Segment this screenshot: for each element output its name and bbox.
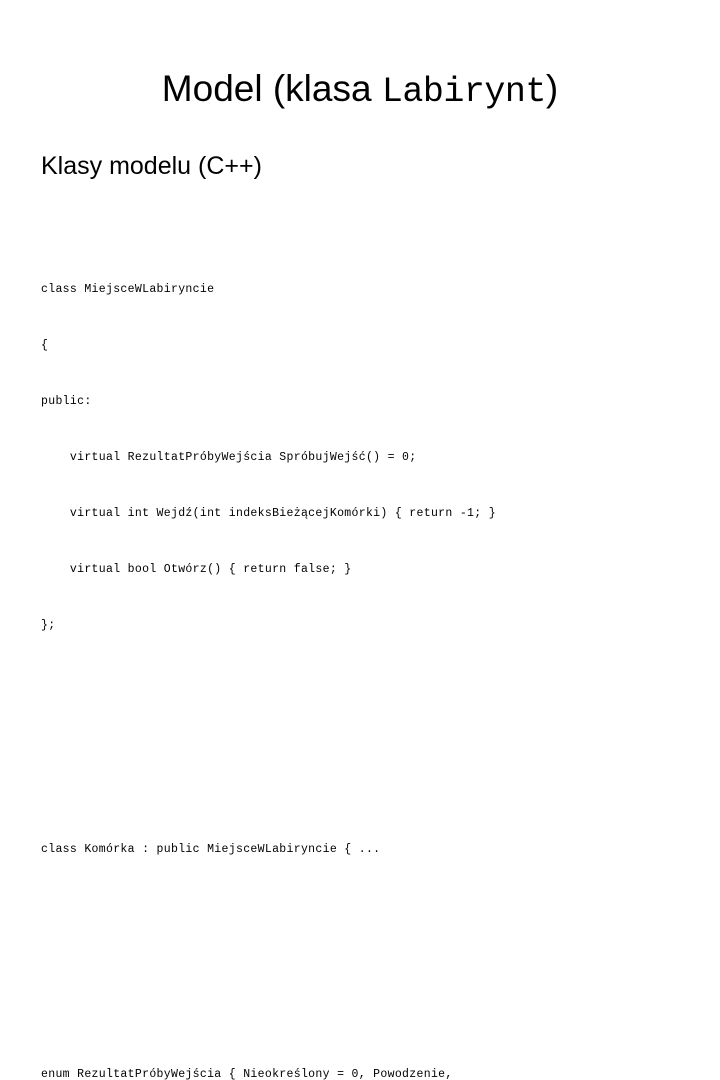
code-block-komorka: class Komórka : public MiejsceWLabirynci…: [41, 804, 681, 898]
code-line: public:: [41, 394, 92, 408]
code-listing: class MiejsceWLabiryncie { public: virtu…: [41, 187, 681, 1080]
code-line: class Komórka : public MiejsceWLabirynci…: [41, 843, 381, 857]
slide: Model (klasa Labirynt) Klasy modelu (C++…: [0, 0, 720, 1080]
code-line: class MiejsceWLabiryncie: [41, 282, 215, 296]
page-title-suffix: ): [545, 67, 559, 109]
section-heading: Klasy modelu (C++): [41, 151, 262, 180]
code-spacer: [41, 954, 681, 973]
code-block-enums: enum RezultatPróbyWejścia { Nieokreślony…: [41, 1028, 681, 1080]
code-line: enum RezultatPróbyWejścia { Nieokreślony…: [41, 1067, 453, 1080]
code-line: virtual bool Otwórz() { return false; }: [41, 562, 352, 576]
code-block-miejsce-w-labiryncie: class MiejsceWLabiryncie { public: virtu…: [41, 243, 681, 673]
page-title-prefix: Model (klasa: [161, 67, 382, 109]
code-spacer: [41, 729, 681, 748]
page-title: Model (klasa Labirynt): [0, 67, 720, 114]
page-title-class-name: Labirynt: [381, 71, 547, 112]
code-line: virtual RezultatPróbyWejścia SpróbujWejś…: [41, 450, 417, 464]
code-line: {: [41, 338, 49, 352]
code-line: };: [41, 619, 56, 633]
code-line: virtual int Wejdź(int indeksBieżącejKomó…: [41, 506, 496, 520]
